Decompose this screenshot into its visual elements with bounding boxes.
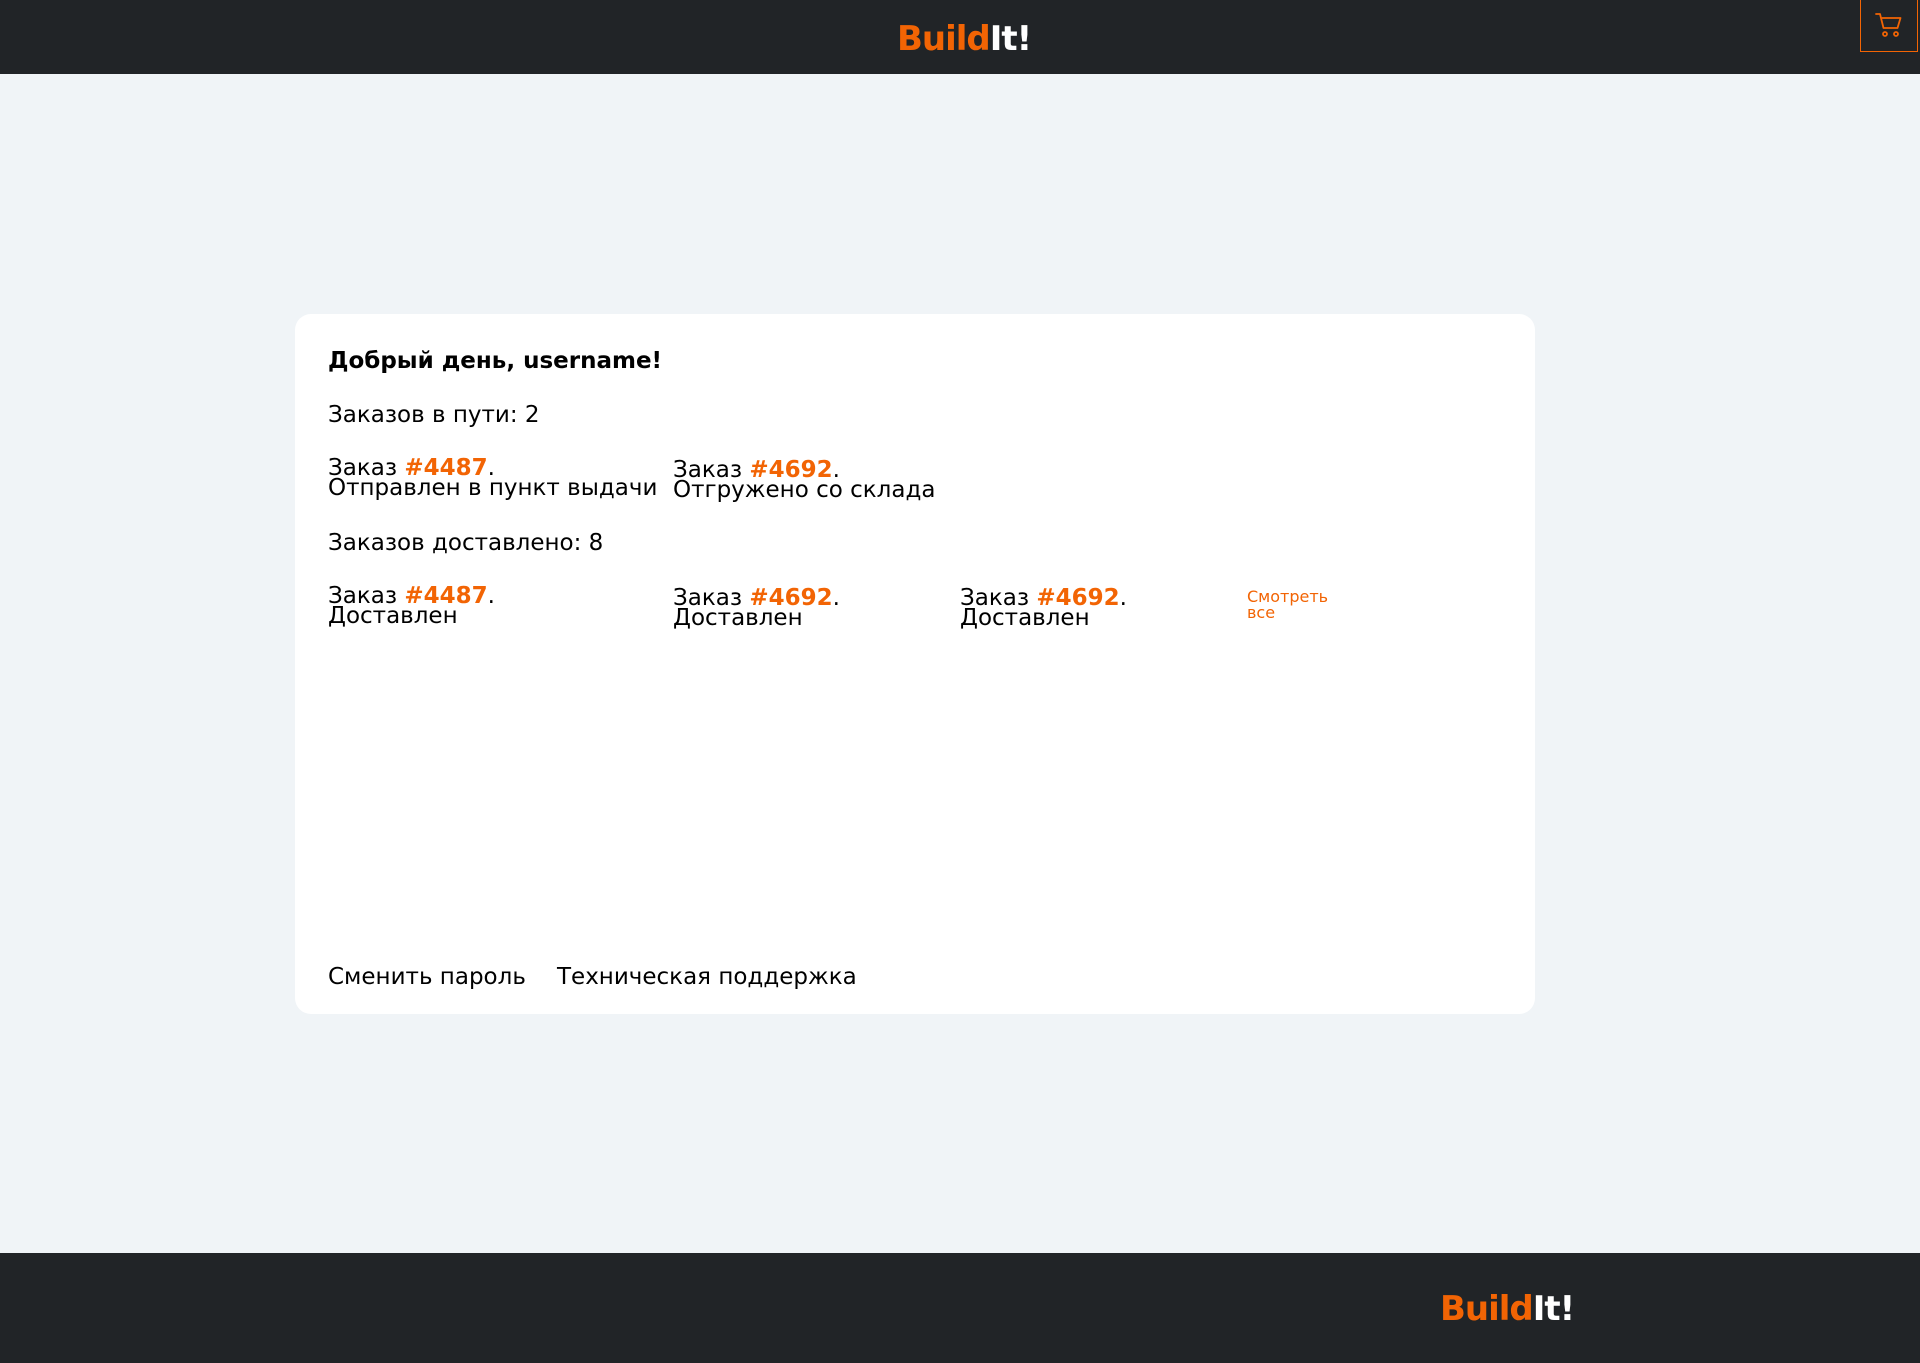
account-card: Добрый день, username! Заказов в пути: 2… [295,314,1535,1014]
logo-part-it: It! [1532,1289,1575,1329]
order-suffix: . [1119,585,1127,611]
site-header: BuildIt! [0,0,1920,74]
logo-part-build: Build [1440,1289,1534,1329]
cart-icon [1875,13,1902,37]
cart-button[interactable] [1860,0,1918,52]
delivered-title: Заказов доставлено: 8 [328,530,604,556]
order-status: Доставлен [328,603,458,629]
order-suffix: . [832,585,840,611]
order-status: Доставлен [673,605,803,631]
in-transit-order-1[interactable]: Заказ #4487. Отправлен в пункт выдачи [328,457,658,501]
greeting-heading: Добрый день, username! [328,348,663,374]
order-status: Отгружено со склада [673,477,936,503]
footer-logo[interactable]: BuildIt! [1440,1289,1575,1329]
in-transit-order-2[interactable]: Заказ #4692. Отгружено со склада [673,459,936,503]
order-status: Доставлен [960,605,1090,631]
in-transit-title: Заказов в пути: 2 [328,402,540,428]
site-footer: BuildIt! [0,1253,1920,1363]
see-all-link[interactable]: Смотреть все [1247,589,1337,621]
logo-part-it: It! [989,19,1032,59]
logo-part-build: Build [897,19,991,59]
order-suffix: . [487,583,495,609]
support-link[interactable]: Техническая поддержка [557,964,857,990]
order-status: Отправлен в пункт выдачи [328,475,658,501]
header-logo[interactable]: BuildIt! [897,19,1032,59]
change-password-link[interactable]: Сменить пароль [328,964,526,990]
delivered-order-1[interactable]: Заказ #4487. Доставлен [328,583,495,629]
delivered-order-2[interactable]: Заказ #4692. Доставлен [673,585,840,631]
delivered-order-3[interactable]: Заказ #4692. Доставлен [960,585,1127,631]
